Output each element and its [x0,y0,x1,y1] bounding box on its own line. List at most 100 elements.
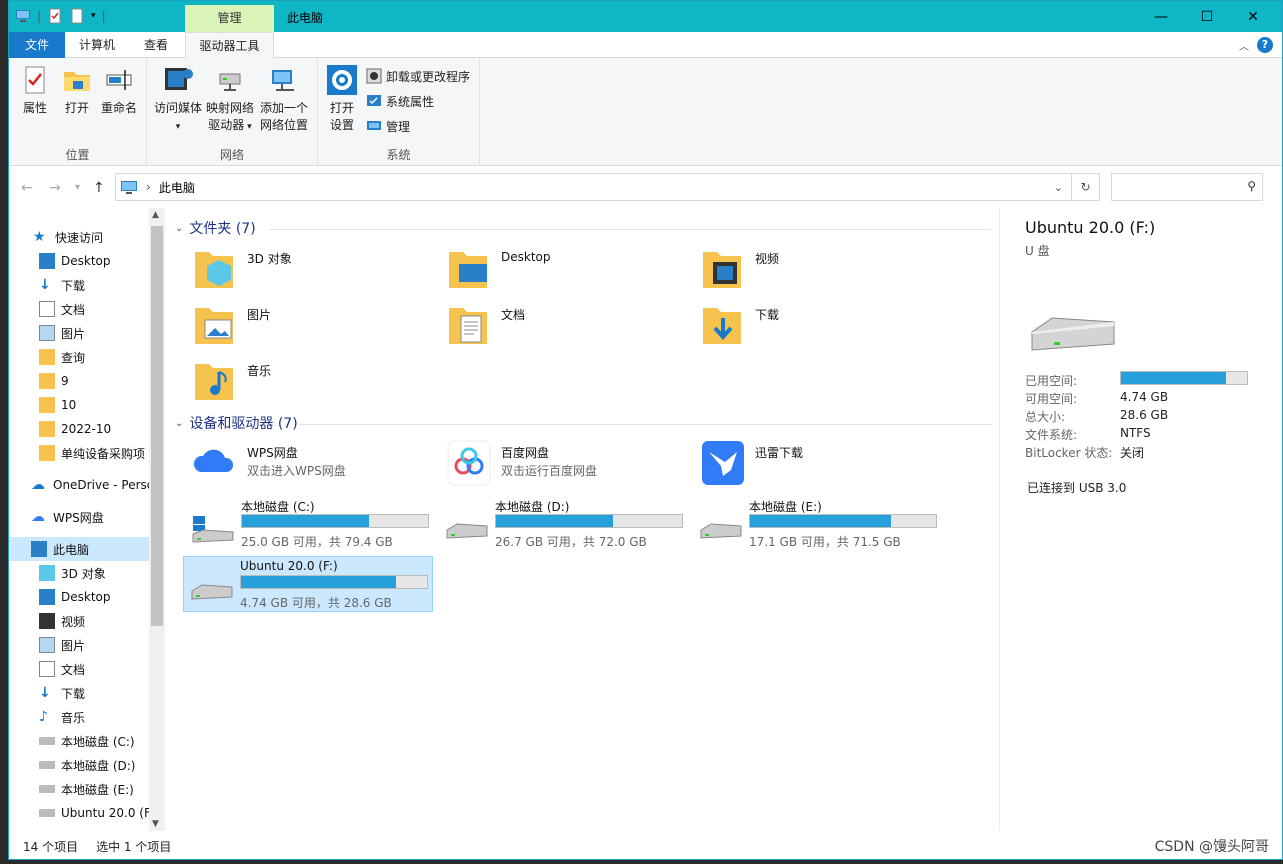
search-input[interactable]: ⚲ [1111,173,1263,201]
nav-pc-drive-e[interactable]: 本地磁盘 (E:) [39,777,165,801]
nav-item-desktop[interactable]: Desktop📌 [39,249,165,273]
devices-header[interactable]: ⌄ 设备和驱动器 (7) [175,413,298,433]
nav-pc-desktop[interactable]: Desktop [39,585,165,609]
back-arrow-icon[interactable]: ← [21,180,33,196]
manage-button[interactable]: 管理 [366,116,410,136]
pictures-folder-icon [195,308,233,344]
nav-item-downloads[interactable]: ↓下载📌 [39,273,165,297]
group-system: 打开 设置 卸载或更改程序 系统属性 管理 系统 [318,58,480,166]
drive-c[interactable]: 本地磁盘 (C:) 25.0 GB 可用，共 79.4 GB [185,496,435,552]
tab-file[interactable]: 文件 [9,32,65,58]
open-button[interactable]: 打开 [59,64,95,117]
folder-music[interactable]: 音乐 [185,356,435,410]
address-dropdown-icon[interactable]: ⌄ [1054,181,1063,194]
pictures-icon [39,325,55,341]
usage-fill [1121,372,1227,384]
folders-header[interactable]: ⌄ 文件夹 (7) [175,218,256,238]
forward-arrow-icon[interactable]: → [49,180,61,196]
rename-button[interactable]: 重命名 [99,64,139,117]
group-location: 属性 打开 重命名 位置 [9,58,147,166]
nav-item-9[interactable]: 9 [39,369,165,393]
nav-pc-music[interactable]: ♪ 音乐 [39,705,165,729]
settings-gear-icon [327,65,357,95]
nav-item-2022-10[interactable]: 2022-10 [39,417,165,441]
tab-drive-tools[interactable]: 驱动器工具 [185,32,274,59]
drive-e[interactable]: 本地磁盘 (E:) 17.1 GB 可用，共 71.5 GB [693,496,943,552]
xunlei-bird-icon [702,441,744,485]
nav-wps[interactable]: ☁ WPS网盘 [31,505,165,529]
group-network: 访问媒体 ▾ 映射网络 驱动器 ▾ 添加一个 网络位置 网络 [147,58,318,166]
nav-item-10[interactable]: 10 [39,393,165,417]
xunlei-download[interactable]: 迅雷下载 [693,438,943,492]
customize-qat-icon[interactable]: ▾ [91,11,96,21]
refresh-icon[interactable]: ↻ [1071,174,1099,200]
scroll-down-icon[interactable]: ▼ [152,819,159,829]
help-icon[interactable]: ? [1257,37,1273,53]
minimize-button[interactable]: — [1138,1,1184,32]
nav-item-pictures[interactable]: 图片📌 [39,321,165,345]
group-label-location: 位置 [65,148,90,162]
folder-videos[interactable]: 视频 [693,244,943,298]
nav-this-pc[interactable]: 此电脑 [9,537,149,561]
open-folder-icon [64,72,90,91]
new-file-icon[interactable] [69,8,85,24]
collapse-ribbon-icon[interactable]: ︿ [1239,38,1249,53]
folder-documents[interactable]: 文档 [439,300,689,354]
nav-scrollbar[interactable]: ▲ ▼ [149,208,165,831]
open-settings-button[interactable]: 打开 设置 [324,64,360,134]
up-arrow-icon[interactable]: ↑ [93,180,105,196]
chevron-down-icon: ⌄ [175,417,184,429]
scroll-thumb[interactable] [151,226,163,626]
nav-onedrive[interactable]: ☁ OneDrive - Perso [31,473,149,497]
breadcrumb[interactable]: 此电脑 [159,179,195,196]
group-label-network: 网络 [219,148,244,162]
drive-icon [39,785,55,793]
folder-pictures[interactable]: 图片 [185,300,435,354]
document-icon [39,661,55,677]
properties-icon[interactable] [47,8,63,24]
context-tab-manage[interactable]: 管理 [185,5,274,32]
tab-view[interactable]: 查看 [129,32,183,58]
connection-info: 已连接到 USB 3.0 [1027,481,1127,495]
folder-desktop[interactable]: Desktop [439,244,689,298]
folder-downloads[interactable]: 下载 [693,300,943,354]
map-network-drive-button[interactable]: 映射网络 驱动器 ▾ [205,64,255,136]
navigation-pane: ★快速访问 Desktop📌 ↓下载📌 文档📌 图片📌 查询📌 9 10 202… [9,208,165,831]
usage-fill [242,515,370,527]
close-button[interactable]: ✕ [1230,1,1276,32]
nav-pc-videos[interactable]: 视频 [39,609,165,633]
access-media-button[interactable]: 访问媒体 ▾ [153,64,203,136]
nav-pc-pictures[interactable]: 图片 [39,633,165,657]
download-icon: ↓ [39,685,51,701]
add-network-location-button[interactable]: 添加一个 网络位置 [257,64,311,134]
item-count: 14 个项目 [23,839,79,854]
nav-pc-drive-d[interactable]: 本地磁盘 (D:) [39,753,165,777]
drive-d[interactable]: 本地磁盘 (D:) 26.7 GB 可用，共 72.0 GB [439,496,689,552]
address-bar[interactable]: › 此电脑 ⌄ ↻ [115,173,1100,201]
recent-locations-icon[interactable]: ▾ [75,182,80,193]
uninstall-programs-button[interactable]: 卸载或更改程序 [366,66,470,86]
nav-pc-downloads[interactable]: ↓ 下载 [39,681,165,705]
folder-3d-objects[interactable]: 3D 对象 [185,244,435,298]
usb-drive-icon [39,809,55,817]
nav-item-procurement[interactable]: 单纯设备采购项 [39,441,149,465]
breadcrumb-chevron-icon[interactable]: › [146,180,151,194]
scroll-up-icon[interactable]: ▲ [152,210,159,220]
nav-pc-3d[interactable]: 3D 对象 [39,561,165,585]
baidu-drive[interactable]: 百度网盘 双击运行百度网盘 [439,438,689,492]
properties-button[interactable]: 属性 [17,64,53,117]
nav-quick-access[interactable]: ★ 快速访问 [33,225,165,249]
network-drive-icon [219,73,241,91]
nav-item-query[interactable]: 查询📌 [39,345,165,369]
nav-pc-documents[interactable]: 文档 [39,657,165,681]
nav-pc-drive-f[interactable]: Ubuntu 20.0 (F: [39,801,149,825]
maximize-button[interactable]: ☐ [1184,1,1230,32]
drive-f-selected[interactable]: Ubuntu 20.0 (F:) 4.74 GB 可用，共 28.6 GB [183,556,433,612]
nav-item-documents[interactable]: 文档📌 [39,297,165,321]
nav-pc-drive-c[interactable]: 本地磁盘 (C:) [39,729,165,753]
tab-computer[interactable]: 计算机 [67,32,127,58]
wps-drive[interactable]: WPS网盘 双击进入WPS网盘 [185,438,435,492]
desktop-folder-icon [449,252,487,288]
system-properties-button[interactable]: 系统属性 [366,91,434,111]
rename-icon [106,70,132,90]
